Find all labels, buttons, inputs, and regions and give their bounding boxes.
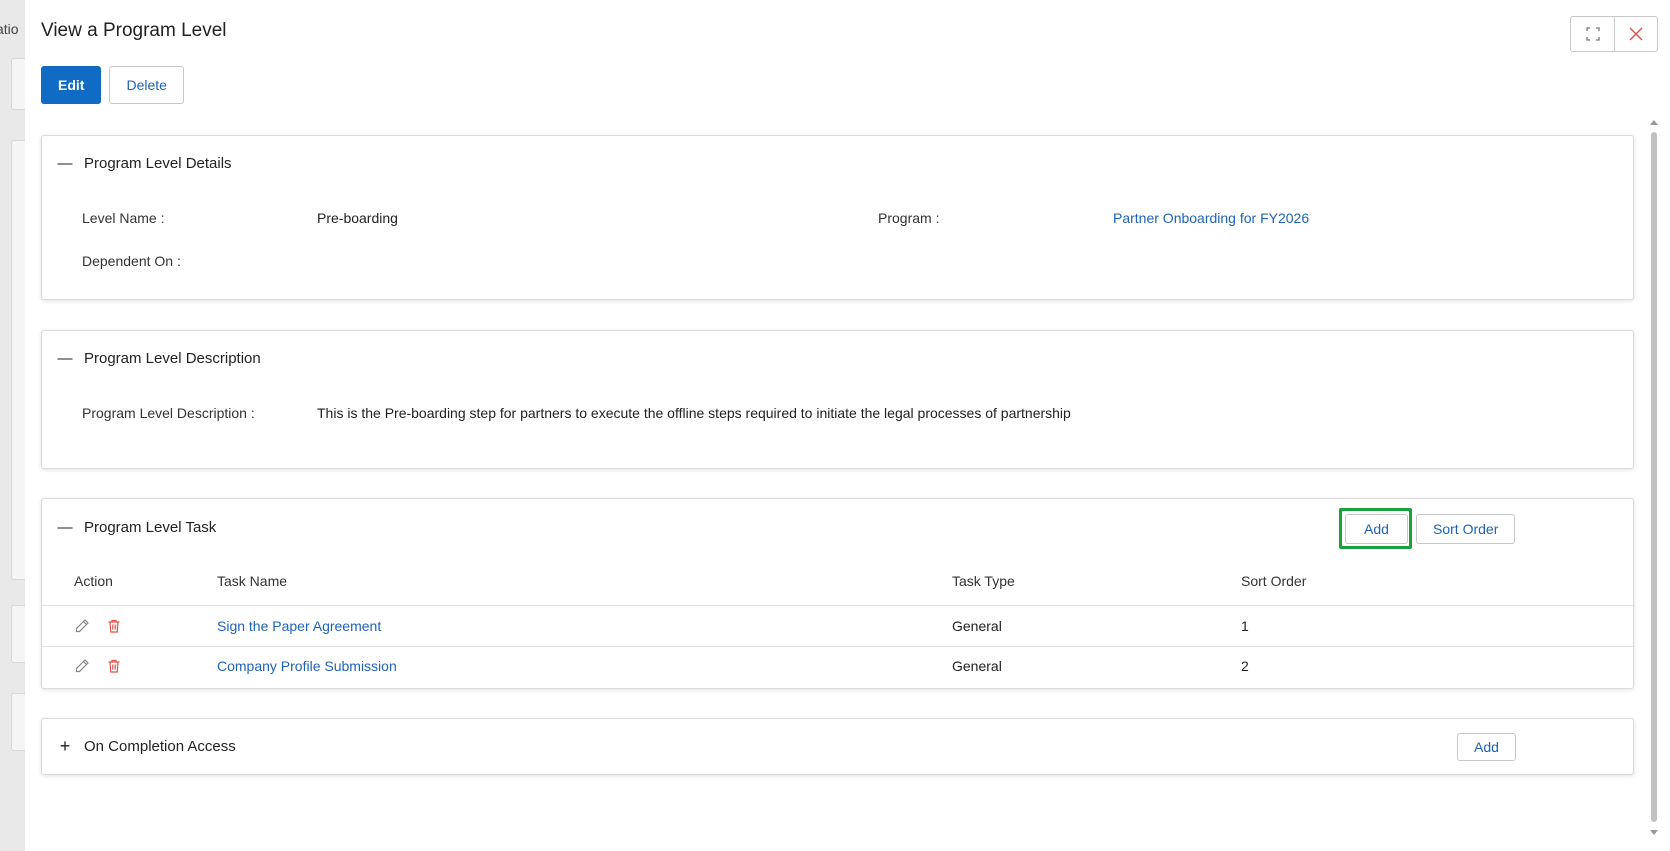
window-controls (1570, 16, 1658, 52)
dependent-on-label: Dependent On : (82, 253, 181, 269)
column-header-task-name: Task Name (217, 573, 288, 589)
scroll-thumb[interactable] (1651, 132, 1657, 822)
sort-order-button[interactable]: Sort Order (1416, 514, 1516, 544)
trash-icon (108, 619, 120, 633)
delete-row-button[interactable] (105, 657, 123, 675)
column-header-task-type: Task Type (952, 573, 1015, 589)
panel-title: View a Program Level (41, 20, 227, 41)
sort-order-value: 2 (1241, 658, 1249, 674)
close-icon (1629, 27, 1643, 41)
pencil-icon (75, 659, 89, 673)
scroll-down-icon[interactable] (1650, 830, 1658, 835)
delete-button[interactable]: Delete (109, 66, 184, 104)
add-completion-access-button[interactable]: Add (1457, 733, 1516, 761)
details-header[interactable]: — Program Level Details (58, 155, 232, 172)
toolbar: Edit Delete (41, 66, 184, 104)
expand-button[interactable] (1571, 17, 1614, 51)
collapse-icon[interactable]: — (58, 519, 73, 536)
program-link[interactable]: Partner Onboarding for FY2026 (1113, 210, 1309, 226)
program-level-description-section: — Program Level Description Program Leve… (41, 330, 1634, 469)
program-level-details-section: — Program Level Details Level Name : Pre… (41, 135, 1634, 300)
view-program-level-panel: View a Program Level Edit Delete — Progr… (25, 0, 1670, 851)
trash-icon (108, 659, 120, 673)
column-header-sort-order: Sort Order (1241, 573, 1307, 589)
collapse-icon[interactable]: — (58, 155, 73, 172)
delete-row-button[interactable] (105, 617, 123, 635)
edit-row-button[interactable] (73, 617, 91, 635)
sort-order-value: 1 (1241, 618, 1249, 634)
details-title: Program Level Details (84, 155, 232, 172)
task-type-value: General (952, 618, 1002, 634)
expand-icon[interactable]: + (58, 736, 72, 756)
background-page: atio (0, 0, 25, 851)
close-button[interactable] (1614, 17, 1657, 51)
edit-button[interactable]: Edit (41, 66, 102, 104)
tasks-header[interactable]: — Program Level Task (58, 519, 217, 536)
collapse-icon[interactable]: — (58, 350, 73, 367)
completion-header[interactable]: + On Completion Access (58, 736, 236, 756)
program-label: Program : (878, 210, 940, 226)
task-type-value: General (952, 658, 1002, 674)
expand-icon (1585, 27, 1600, 41)
edit-row-button[interactable] (73, 657, 91, 675)
task-name-link[interactable]: Sign the Paper Agreement (217, 618, 381, 634)
completion-title: On Completion Access (84, 738, 236, 755)
description-label: Program Level Description : (82, 405, 255, 421)
task-name-link[interactable]: Company Profile Submission (217, 658, 397, 674)
add-button-highlight (1339, 508, 1412, 549)
table-divider (42, 605, 1635, 606)
pencil-icon (75, 619, 89, 633)
background-card (11, 693, 25, 751)
background-text: atio (0, 21, 19, 37)
table-divider (42, 646, 1635, 647)
tasks-title: Program Level Task (84, 519, 217, 536)
background-card (11, 58, 25, 110)
level-name-value: Pre-boarding (317, 210, 398, 226)
description-value: This is the Pre-boarding step for partne… (317, 405, 1071, 421)
description-title: Program Level Description (84, 350, 261, 367)
level-name-label: Level Name : (82, 210, 165, 226)
description-header[interactable]: — Program Level Description (58, 350, 261, 367)
vertical-scrollbar[interactable] (1648, 120, 1660, 840)
background-card (11, 140, 25, 580)
background-card (11, 605, 25, 663)
scroll-up-icon[interactable] (1650, 120, 1658, 125)
program-level-task-section: — Program Level Task Add Sort Order Acti… (41, 498, 1635, 689)
on-completion-access-section: + On Completion Access Add (41, 718, 1634, 775)
column-header-action: Action (74, 573, 113, 589)
